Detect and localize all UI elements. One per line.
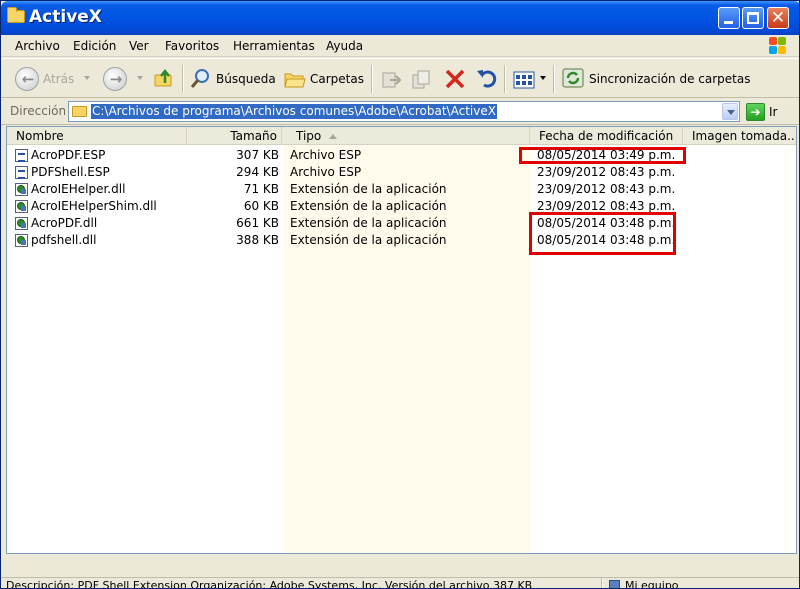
column-type[interactable]: Tipo: [282, 127, 530, 145]
status-separator: [601, 578, 603, 588]
menu-edicion[interactable]: Edición: [73, 39, 116, 53]
folder-icon: [7, 7, 25, 23]
views-icon[interactable]: [513, 69, 535, 91]
address-bar: Dirección C:\Archivos de programa\Archiv…: [1, 99, 799, 125]
file-type: Archivo ESP: [290, 148, 362, 162]
dll-file-icon: [15, 234, 28, 247]
folder-icon: [72, 106, 87, 117]
column-header: Nombre Tamaño Tipo Fecha de modificación…: [7, 127, 796, 145]
explorer-window: ActiveX ✕ Archivo Edición Ver Favoritos …: [0, 0, 800, 589]
menu-herramientas[interactable]: Herramientas: [233, 39, 315, 53]
up-folder-icon[interactable]: [153, 67, 175, 89]
menu-ayuda[interactable]: Ayuda: [326, 39, 363, 53]
address-label: Dirección: [10, 104, 67, 118]
esp-file-icon: [15, 166, 28, 179]
file-size: 388 KB: [236, 233, 279, 247]
dll-file-icon: [15, 200, 28, 213]
title-bar[interactable]: ActiveX ✕: [1, 1, 799, 35]
back-button[interactable]: ←: [15, 67, 39, 91]
column-date-modified[interactable]: Fecha de modificación: [530, 127, 683, 145]
dll-file-icon: [15, 183, 28, 196]
folders-icon[interactable]: [284, 68, 306, 90]
search-icon[interactable]: [190, 67, 212, 89]
file-date: 23/09/2012 08:43 p.m.: [537, 182, 676, 196]
file-row[interactable]: AcroIEHelper.dll 71 KB Extensión de la a…: [7, 181, 796, 198]
back-dropdown-icon[interactable]: [84, 76, 90, 80]
toolbar-separator: [504, 65, 506, 93]
toolbar-separator: [553, 65, 555, 93]
sync-label[interactable]: Sincronización de carpetas: [589, 72, 750, 86]
close-icon: ✕: [770, 8, 786, 28]
column-size[interactable]: Tamaño: [187, 127, 282, 145]
file-size: 60 KB: [243, 199, 279, 213]
file-date: 23/09/2012 08:43 p.m.: [537, 165, 676, 179]
highlight-box: [519, 147, 686, 164]
undo-icon[interactable]: [476, 67, 498, 89]
file-size: 294 KB: [236, 165, 279, 179]
menu-ver[interactable]: Ver: [129, 39, 149, 53]
computer-icon: [609, 580, 620, 588]
file-name: AcroPDF.ESP: [31, 148, 106, 162]
search-label[interactable]: Búsqueda: [216, 72, 276, 86]
forward-icon: →: [109, 70, 123, 88]
folders-label[interactable]: Carpetas: [310, 72, 364, 86]
file-size: 71 KB: [243, 182, 279, 196]
file-name: AcroIEHelperShim.dll: [31, 199, 157, 213]
file-name: AcroPDF.dll: [31, 216, 98, 230]
sync-icon[interactable]: [562, 67, 584, 89]
back-icon: ←: [21, 70, 35, 88]
file-row[interactable]: AcroIEHelperShim.dll 60 KB Extensión de …: [7, 198, 796, 215]
delete-icon[interactable]: [444, 68, 466, 90]
file-row[interactable]: PDFShell.ESP 294 KB Archivo ESP 23/09/20…: [7, 164, 796, 181]
minimize-icon: [724, 21, 733, 24]
column-date-taken[interactable]: Imagen tomada...: [683, 127, 796, 145]
file-size: 661 KB: [236, 216, 279, 230]
highlight-box: [529, 212, 676, 255]
file-list[interactable]: Nombre Tamaño Tipo Fecha de modificación…: [6, 126, 797, 554]
file-name: AcroIEHelper.dll: [31, 182, 126, 196]
forward-dropdown-icon[interactable]: [137, 76, 143, 80]
move-to-icon[interactable]: [380, 68, 402, 90]
file-row[interactable]: AcroPDF.dll 661 KB Extensión de la aplic…: [7, 215, 796, 232]
file-type: Archivo ESP: [290, 165, 362, 179]
back-label: Atrás: [43, 72, 75, 86]
file-type: Extensión de la aplicación: [290, 216, 447, 230]
sort-ascending-icon: [329, 134, 337, 139]
views-dropdown-icon[interactable]: [540, 76, 546, 80]
close-button[interactable]: ✕: [767, 7, 789, 29]
file-type: Extensión de la aplicación: [290, 233, 447, 247]
esp-file-icon: [15, 149, 28, 162]
file-type: Extensión de la aplicación: [290, 182, 447, 196]
status-bar: Descripción: PDF Shell Extension Organiz…: [1, 577, 799, 589]
maximize-icon: [747, 12, 759, 24]
address-dropdown-button[interactable]: [722, 103, 738, 120]
status-description: Descripción: PDF Shell Extension Organiz…: [6, 579, 533, 589]
file-type: Extensión de la aplicación: [290, 199, 447, 213]
file-size: 307 KB: [236, 148, 279, 162]
maximize-button[interactable]: [742, 7, 764, 29]
go-button[interactable]: Ir: [769, 105, 777, 119]
menu-bar: Archivo Edición Ver Favoritos Herramient…: [1, 35, 799, 57]
go-icon[interactable]: ➔: [746, 103, 765, 121]
address-path[interactable]: C:\Archivos de programa\Archivos comunes…: [91, 104, 497, 119]
windows-logo-icon: [769, 37, 787, 55]
menu-favoritos[interactable]: Favoritos: [165, 39, 219, 53]
forward-button[interactable]: →: [103, 67, 127, 91]
file-name: pdfshell.dll: [31, 233, 97, 247]
window-title: ActiveX: [29, 7, 102, 27]
menu-archivo[interactable]: Archivo: [15, 39, 60, 53]
toolbar-separator: [371, 65, 373, 93]
copy-to-icon[interactable]: [411, 68, 433, 90]
column-name[interactable]: Nombre: [7, 127, 187, 145]
minimize-button[interactable]: [718, 7, 740, 29]
file-row[interactable]: pdfshell.dll 388 KB Extensión de la apli…: [7, 232, 796, 249]
toolbar-separator: [182, 65, 184, 93]
standard-toolbar: ← Atrás → Búsqueda Carpetas Sincronizaci…: [1, 58, 799, 98]
file-name: PDFShell.ESP: [31, 165, 110, 179]
address-input[interactable]: C:\Archivos de programa\Archivos comunes…: [68, 101, 740, 122]
dll-file-icon: [15, 217, 28, 230]
status-computer: Mi equipo: [625, 579, 679, 589]
